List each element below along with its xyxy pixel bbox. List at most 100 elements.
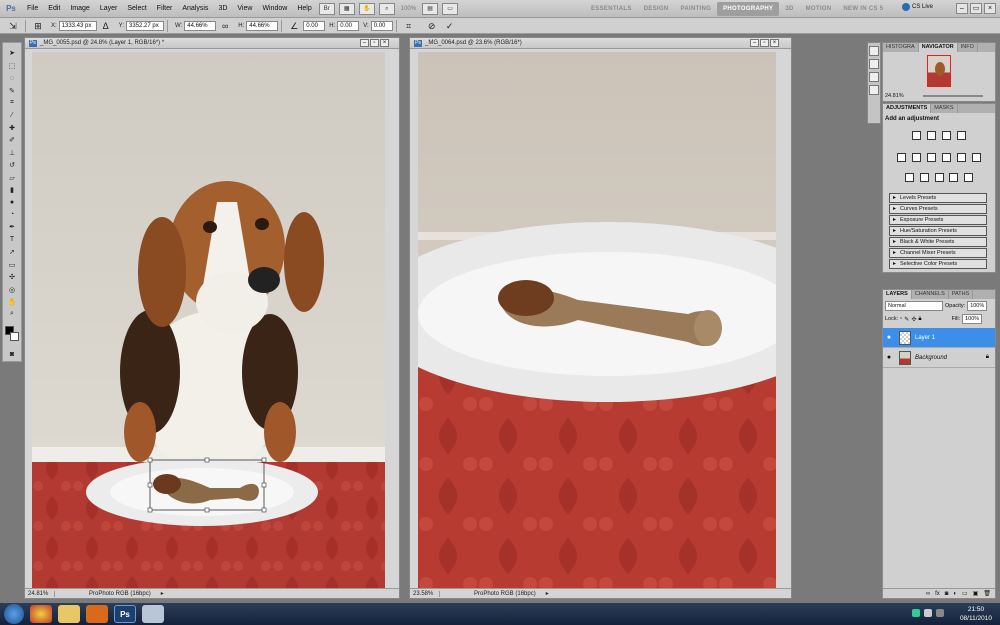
start-button-icon[interactable] bbox=[4, 604, 24, 624]
layer-row-background[interactable]: ● Background 🔒︎ bbox=[883, 348, 995, 368]
navigator-zoom-slider[interactable] bbox=[923, 95, 983, 97]
document-2-close-button[interactable]: × bbox=[770, 39, 779, 47]
brightness-contrast-icon[interactable] bbox=[912, 131, 922, 140]
eraser-tool-icon[interactable]: ▱ bbox=[5, 172, 19, 182]
clone-stamp-tool-icon[interactable]: ⊥ bbox=[5, 148, 19, 158]
menu-view[interactable]: View bbox=[232, 0, 257, 18]
status-menu-arrow-icon[interactable]: ▸ bbox=[546, 590, 549, 597]
blend-mode-select[interactable]: Normal bbox=[885, 301, 943, 311]
volume-icon[interactable] bbox=[924, 609, 932, 617]
menu-3d[interactable]: 3D bbox=[213, 0, 232, 18]
commit-transform-icon[interactable]: ✓ bbox=[444, 20, 456, 32]
marquee-tool-icon[interactable]: ⬚ bbox=[5, 60, 19, 70]
lock-position-icon[interactable]: ✣ bbox=[911, 316, 916, 323]
minimize-button[interactable]: – bbox=[956, 3, 968, 14]
preset-hue-saturation[interactable]: Hue/Saturation Presets bbox=[889, 226, 987, 236]
visibility-eye-icon[interactable]: ● bbox=[883, 334, 895, 341]
document-1-zoom[interactable]: 24.81% bbox=[25, 590, 55, 597]
black-white-icon[interactable] bbox=[941, 153, 951, 162]
lock-transparent-icon[interactable]: ▫ bbox=[900, 316, 902, 322]
curves-icon[interactable] bbox=[941, 131, 951, 140]
status-menu-arrow-icon[interactable]: ▸ bbox=[161, 590, 164, 597]
horizontal-skew-field[interactable]: 0.00 bbox=[337, 20, 360, 31]
exposure-icon[interactable] bbox=[956, 131, 966, 140]
warp-mode-icon[interactable]: ⌗ bbox=[403, 20, 415, 32]
workspace-painting[interactable]: PAINTING bbox=[675, 2, 718, 16]
move-tool-icon[interactable]: ➤ bbox=[5, 48, 19, 58]
reference-point-icon[interactable]: ⊞ bbox=[32, 20, 44, 32]
menu-layer[interactable]: Layer bbox=[95, 0, 123, 18]
opacity-field[interactable]: 100% bbox=[967, 301, 988, 311]
height-scale-field[interactable]: 44.66% bbox=[246, 20, 279, 31]
document-2-canvas[interactable] bbox=[418, 52, 776, 589]
crop-tool-icon[interactable]: ⌗ bbox=[5, 98, 19, 108]
history-brush-tool-icon[interactable]: ↺ bbox=[5, 160, 19, 170]
selective-color-icon[interactable] bbox=[964, 173, 974, 182]
workspace-photography[interactable]: PHOTOGRAPHY bbox=[717, 2, 780, 16]
hue-saturation-icon[interactable] bbox=[912, 153, 922, 162]
layer-style-icon[interactable]: fx bbox=[935, 589, 940, 598]
preset-selective-color[interactable]: Selective Color Presets bbox=[889, 259, 987, 269]
tab-masks[interactable]: MASKS bbox=[931, 104, 958, 113]
preset-black-white[interactable]: Black & White Presets bbox=[889, 237, 987, 247]
menu-filter[interactable]: Filter bbox=[152, 0, 178, 18]
levels-icon[interactable] bbox=[927, 131, 937, 140]
zoom-tool-icon[interactable]: ⌕ bbox=[378, 2, 395, 15]
network-icon[interactable] bbox=[912, 609, 920, 617]
cancel-transform-icon[interactable]: ⊘ bbox=[426, 20, 438, 32]
hand-tool-icon[interactable]: ✋ bbox=[358, 2, 375, 15]
blur-tool-icon[interactable]: ● bbox=[5, 197, 19, 207]
arrange-documents-icon[interactable]: ▤ bbox=[422, 2, 439, 15]
eyedropper-tool-icon[interactable]: ⁄ bbox=[5, 110, 19, 120]
new-layer-icon[interactable]: ▣ bbox=[973, 589, 979, 598]
history-panel-icon[interactable] bbox=[869, 46, 879, 56]
lock-image-icon[interactable]: ✎ bbox=[904, 316, 909, 323]
new-group-icon[interactable]: ▭ bbox=[962, 589, 968, 598]
menu-image[interactable]: Image bbox=[65, 0, 94, 18]
healing-brush-tool-icon[interactable]: ✚ bbox=[5, 123, 19, 133]
lasso-tool-icon[interactable]: ◌ bbox=[5, 73, 19, 83]
document-2-minimize-button[interactable]: – bbox=[750, 39, 759, 47]
x-position-field[interactable]: 1333.43 px bbox=[58, 20, 97, 31]
quick-mask-icon[interactable]: ◙ bbox=[5, 350, 19, 360]
document-1-close-button[interactable]: × bbox=[380, 39, 389, 47]
preset-exposure[interactable]: Exposure Presets bbox=[889, 215, 987, 225]
cs-live-button[interactable]: CS Live bbox=[902, 3, 933, 11]
add-mask-icon[interactable]: ◙ bbox=[945, 589, 949, 598]
document-2-zoom[interactable]: 23.58% bbox=[410, 590, 440, 597]
zoom-level-dropdown[interactable]: 100% bbox=[401, 6, 416, 12]
menu-window[interactable]: Window bbox=[257, 0, 292, 18]
window-switcher-taskbar-icon[interactable] bbox=[142, 605, 164, 623]
gradient-map-icon[interactable] bbox=[949, 173, 959, 182]
menu-edit[interactable]: Edit bbox=[43, 0, 65, 18]
color-balance-icon[interactable] bbox=[927, 153, 937, 162]
photoshop-taskbar-button[interactable]: Ps bbox=[114, 605, 136, 623]
workspace-3d[interactable]: 3D bbox=[779, 2, 799, 16]
bridge-icon[interactable]: Br bbox=[318, 2, 335, 15]
invert-icon[interactable] bbox=[904, 173, 914, 182]
path-selection-tool-icon[interactable]: ➚ bbox=[5, 247, 19, 257]
delete-layer-icon[interactable]: 🗑︎ bbox=[983, 589, 991, 598]
brush-panel-icon[interactable] bbox=[869, 72, 879, 82]
vibrance-icon[interactable] bbox=[897, 153, 907, 162]
workspace-motion[interactable]: MOTION bbox=[800, 2, 838, 16]
pen-tool-icon[interactable]: ✒ bbox=[5, 222, 19, 232]
dodge-tool-icon[interactable]: ◔ bbox=[5, 210, 19, 220]
relative-position-icon[interactable]: Δ bbox=[100, 20, 112, 32]
3d-orbit-tool-icon[interactable]: ◎ bbox=[5, 284, 19, 294]
document-1-maximize-button[interactable]: ▫ bbox=[370, 39, 379, 47]
navigator-zoom[interactable]: 24.81% bbox=[885, 93, 904, 99]
workspace-design[interactable]: DESIGN bbox=[638, 2, 675, 16]
brush-tool-icon[interactable]: ✐ bbox=[5, 135, 19, 145]
workspace-new-in-cs5[interactable]: NEW IN CS 5 bbox=[837, 2, 889, 16]
document-1-title-bar[interactable]: Ps _MG_0055.psd @ 24.8% (Layer 1, RGB/16… bbox=[25, 38, 399, 49]
workspace-essentials[interactable]: ESSENTIALS bbox=[585, 2, 638, 16]
document-1-minimize-button[interactable]: – bbox=[360, 39, 369, 47]
media-player-taskbar-icon[interactable] bbox=[86, 605, 108, 623]
menu-analysis[interactable]: Analysis bbox=[177, 0, 213, 18]
visibility-eye-icon[interactable]: ● bbox=[883, 354, 895, 361]
navigator-thumbnail[interactable] bbox=[927, 55, 951, 87]
taskbar-clock[interactable]: 21:50 08/11/2010 bbox=[960, 605, 992, 623]
preset-levels[interactable]: Levels Presets bbox=[889, 193, 987, 203]
lock-all-icon[interactable]: 🔒︎ bbox=[918, 316, 921, 323]
